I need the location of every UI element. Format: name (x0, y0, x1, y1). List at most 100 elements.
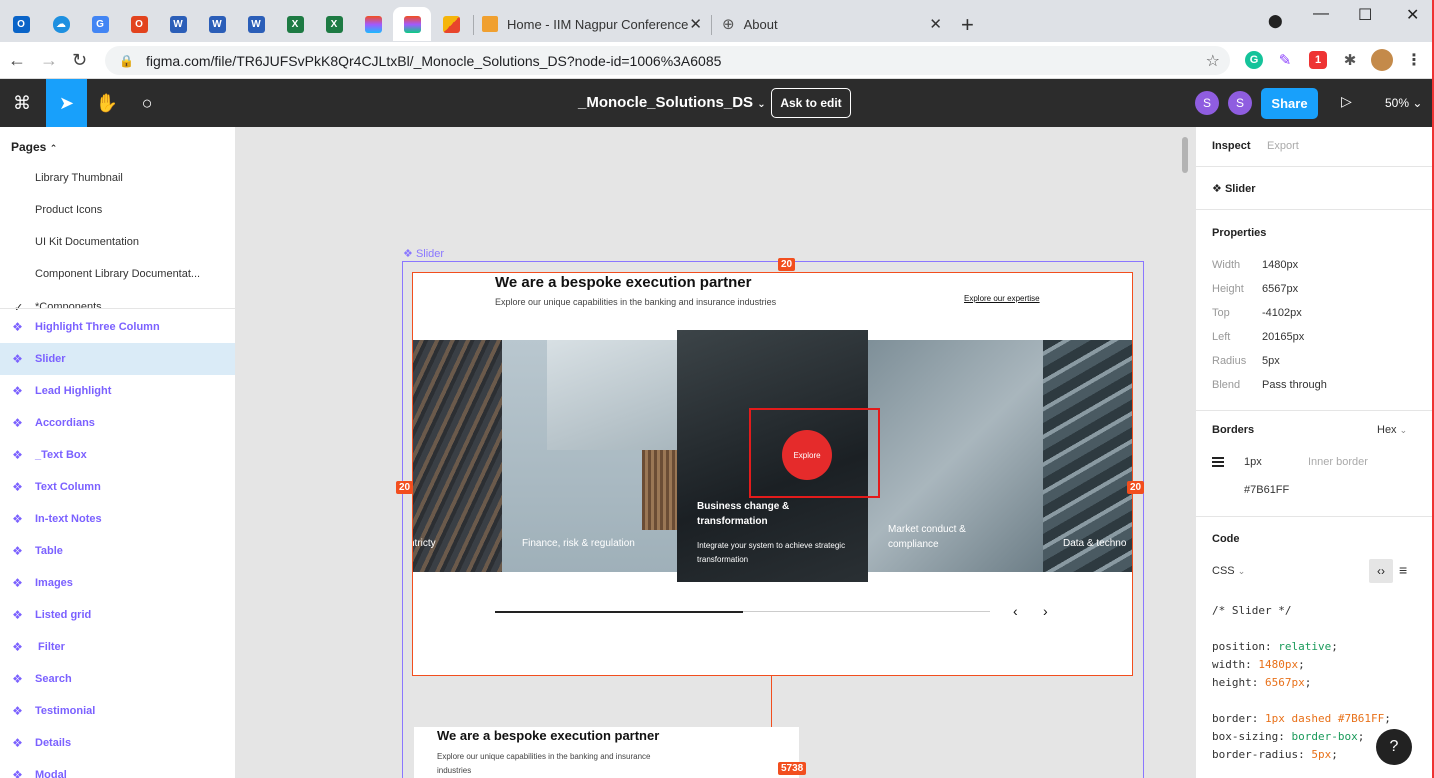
office-icon: O (130, 15, 148, 33)
page-item-current[interactable]: *Components (35, 301, 102, 308)
bookmark-star-icon[interactable]: ☆ (1206, 51, 1220, 71)
code-line: border-radius: 5px; (1212, 748, 1338, 761)
tab-figma-1[interactable] (354, 7, 392, 41)
color-format-dropdown[interactable]: Hex ⌄ (1377, 424, 1407, 436)
tab-app[interactable] (432, 7, 470, 41)
figma-main-menu-icon[interactable]: ⌘ (0, 79, 44, 127)
zoom-dropdown[interactable]: 50% ⌄ (1385, 96, 1422, 110)
slide-card[interactable]: Finance, risk & regulation (502, 340, 677, 572)
tab-inspect[interactable]: Inspect (1212, 140, 1251, 152)
tab-figma-active[interactable] (393, 7, 431, 41)
layer-item[interactable]: ❖ Lead Highlight (0, 375, 235, 407)
code-view-icon[interactable]: ‹› (1369, 559, 1393, 583)
tab-excel-1[interactable]: X (276, 7, 314, 41)
slider-frame-secondary[interactable]: We are a bespoke execution partner Explo… (414, 727, 799, 778)
help-button[interactable]: ? (1376, 729, 1412, 765)
code-language-dropdown[interactable]: CSS ⌄ (1212, 565, 1245, 577)
move-tool-icon[interactable]: ➤ (46, 79, 87, 127)
layer-item[interactable]: ❖ Details (0, 727, 235, 759)
layer-item[interactable]: ❖ Modal (0, 759, 235, 778)
tab-search-icon[interactable]: ⬤ (1268, 13, 1283, 29)
layer-item[interactable]: ❖ Listed grid (0, 599, 235, 631)
prop-value[interactable]: -4102px (1262, 307, 1302, 319)
extensions-puzzle-icon[interactable]: ✱ (1341, 51, 1359, 69)
ask-to-edit-button[interactable]: Ask to edit (771, 88, 851, 118)
tab-word-3[interactable]: W (237, 7, 275, 41)
next-arrow-icon[interactable]: › (1043, 603, 1048, 619)
pages-header[interactable]: Pages ⌃ (11, 140, 57, 154)
prop-value[interactable]: 20165px (1262, 331, 1304, 343)
tab-translate[interactable]: G (81, 7, 119, 41)
layer-item[interactable]: ❖ Filter (0, 631, 235, 663)
border-color[interactable]: #7B61FF (1244, 484, 1289, 496)
prop-value[interactable]: 5px (1262, 355, 1280, 367)
border-width[interactable]: 1px (1244, 456, 1262, 468)
tab-office[interactable]: O (120, 7, 158, 41)
new-tab-button[interactable]: + (961, 12, 974, 38)
layer-item[interactable]: ❖ Text Column (0, 471, 235, 503)
minimize-button[interactable]: — (1313, 5, 1329, 23)
prop-value[interactable]: Pass through (1262, 379, 1327, 391)
extension-badge-icon[interactable]: 1 (1309, 51, 1327, 69)
profile-avatar[interactable] (1371, 49, 1393, 71)
close-tab-icon[interactable]: ✕ (929, 15, 942, 33)
layer-item[interactable]: ❖ Accordians (0, 407, 235, 439)
explore-expertise-link[interactable]: Explore our expertise (964, 294, 1040, 303)
share-button[interactable]: Share (1261, 88, 1318, 119)
slide-card[interactable]: ntricty (413, 340, 502, 572)
layer-item[interactable]: ❖ Table (0, 535, 235, 567)
page-item[interactable]: Product Icons (35, 204, 102, 216)
layer-item[interactable]: ❖ Highlight Three Column (0, 311, 235, 343)
layer-item[interactable]: ❖ _Text Box (0, 439, 235, 471)
frame-label[interactable]: ❖ Slider (403, 247, 444, 260)
reload-icon[interactable]: ↻ (72, 50, 87, 71)
comment-tool-icon[interactable]: ○ (127, 79, 167, 127)
tab-word-2[interactable]: W (198, 7, 236, 41)
close-tab-icon[interactable]: ✕ (689, 15, 702, 33)
card-label: ntricty (413, 538, 436, 549)
url-text[interactable]: figma.com/file/TR6JUFSvPkK8Qr4CJLtxBl/_M… (146, 53, 721, 69)
list-view-icon[interactable]: ≡ (1399, 562, 1407, 578)
back-icon[interactable]: ← (8, 50, 26, 71)
avatar[interactable]: S (1195, 91, 1219, 115)
layer-item-selected[interactable]: ❖ Slider (0, 343, 235, 375)
canvas-scrollbar[interactable] (1182, 137, 1188, 173)
slide-card[interactable]: Market conduct & compliance (868, 340, 1043, 572)
tab-iim-nagpur[interactable]: Home - IIM Nagpur Conference ✕ (472, 7, 710, 41)
maximize-button[interactable]: ☐ (1358, 5, 1372, 25)
hand-tool-icon[interactable]: ✋ (87, 79, 127, 127)
present-play-icon[interactable]: ▷ (1341, 93, 1352, 110)
page-item[interactable]: Library Thumbnail (35, 172, 123, 184)
layer-item[interactable]: ❖ In-text Notes (0, 503, 235, 535)
prev-arrow-icon[interactable]: ‹ (1013, 603, 1018, 619)
file-name[interactable]: _Monocle_Solutions_DS ⌄ (578, 94, 766, 111)
card-label: Finance, risk & regulation (522, 538, 635, 549)
layer-item[interactable]: ❖ Testimonial (0, 695, 235, 727)
close-window-button[interactable]: ✕ (1406, 5, 1419, 25)
layer-item[interactable]: ❖ Search (0, 663, 235, 695)
prop-key: Radius (1212, 355, 1247, 367)
tab-onedrive[interactable]: ☁ (42, 7, 80, 41)
tab-outlook[interactable]: O (2, 7, 40, 41)
component-icon: ❖ (12, 512, 23, 526)
tab-about[interactable]: ⊕ About ✕ (712, 7, 950, 41)
chevron-down-icon: ⌄ (1399, 425, 1408, 435)
page-item[interactable]: Component Library Documentat... (35, 268, 200, 280)
design-canvas[interactable]: ❖ Slider We are a bespoke execution part… (236, 127, 1195, 778)
tab-excel-2[interactable]: X (315, 7, 353, 41)
slide-card[interactable]: Data & techno (1043, 340, 1132, 572)
prop-value[interactable]: 1480px (1262, 259, 1298, 271)
slider-progress-track[interactable] (495, 610, 990, 613)
avatar[interactable]: S (1228, 91, 1252, 115)
grammarly-icon[interactable]: G (1245, 51, 1263, 69)
tab-export[interactable]: Export (1267, 140, 1299, 152)
component-icon: ❖ (12, 672, 23, 686)
pen-extension-icon[interactable]: ✎ (1276, 51, 1294, 69)
omnibox[interactable]: 🔒 figma.com/file/TR6JUFSvPkK8Qr4CJLtxBl/… (105, 46, 1230, 75)
layer-item[interactable]: ❖ Images (0, 567, 235, 599)
prop-value[interactable]: 6567px (1262, 283, 1298, 295)
page-item[interactable]: UI Kit Documentation (35, 236, 139, 248)
browser-menu-icon[interactable]: ⋮ (1405, 51, 1423, 69)
forward-icon[interactable]: → (40, 50, 58, 71)
tab-word-1[interactable]: W (159, 7, 197, 41)
